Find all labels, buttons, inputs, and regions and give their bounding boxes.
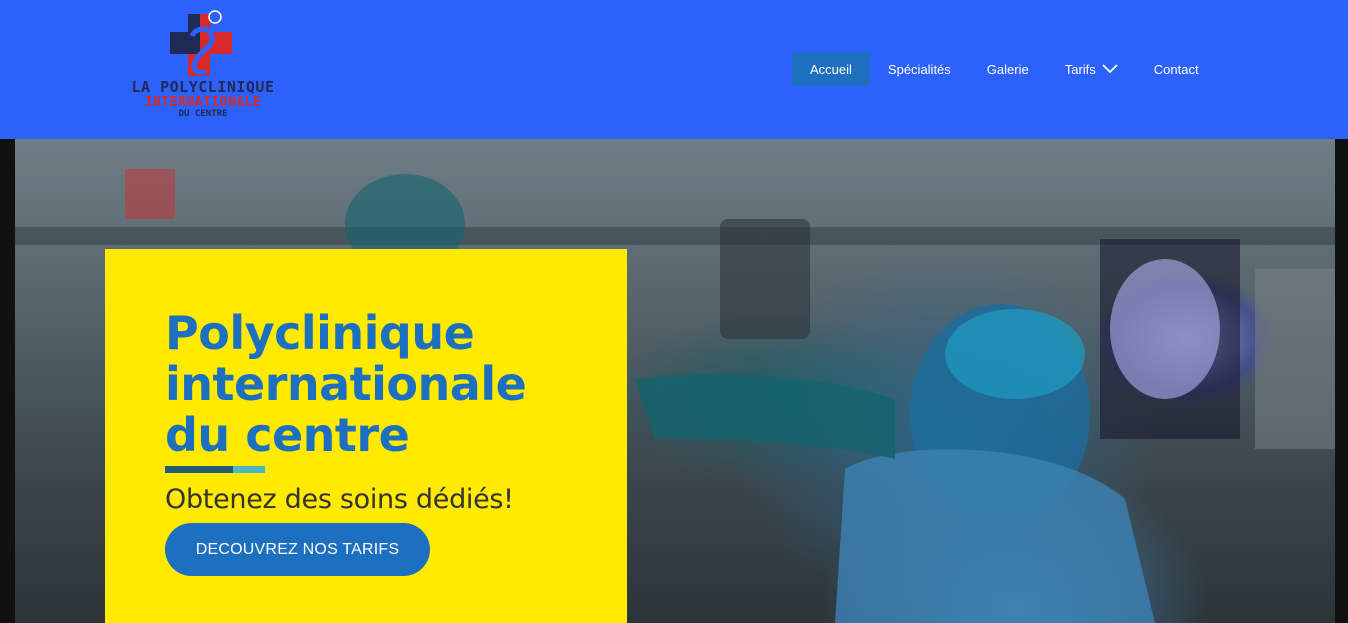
nav-item-specialites[interactable]: Spécialités [870, 52, 969, 86]
logo-wordmark: LA POLYCLINIQUE INTERNATIONALE DU CENTRE [118, 80, 288, 119]
nav-item-tarifs-label: Tarifs [1064, 61, 1096, 77]
chevron-down-icon[interactable] [1102, 64, 1118, 74]
discover-tarifs-button[interactable]: DECOUVREZ NOS TARIFS [165, 523, 430, 576]
nav-item-contact[interactable]: Contact [1136, 52, 1217, 86]
logo-line-3: DU CENTRE [178, 109, 228, 119]
hero-title: Polyclinique internationale du centre [165, 306, 527, 462]
nav-item-accueil[interactable]: Accueil [792, 52, 870, 86]
title-divider [165, 466, 265, 473]
nav-item-galerie[interactable]: Galerie [969, 52, 1047, 86]
nav-item-tarifs[interactable]: Tarifs [1047, 52, 1136, 86]
site-logo[interactable]: LA POLYCLINIQUE INTERNATIONALE DU CENTRE [118, 10, 288, 130]
logo-line-1: LA POLYCLINIQUE [131, 78, 275, 96]
logo-line-2: INTERNATIONALE [144, 95, 262, 110]
site-header: LA POLYCLINIQUE INTERNATIONALE DU CENTRE… [0, 0, 1348, 139]
clinic-cross-logo-icon [170, 10, 232, 76]
main-nav: Accueil Spécialités Galerie Tarifs Conta… [792, 52, 1217, 86]
hero-subtitle: Obtenez des soins dédiés! [165, 484, 514, 515]
